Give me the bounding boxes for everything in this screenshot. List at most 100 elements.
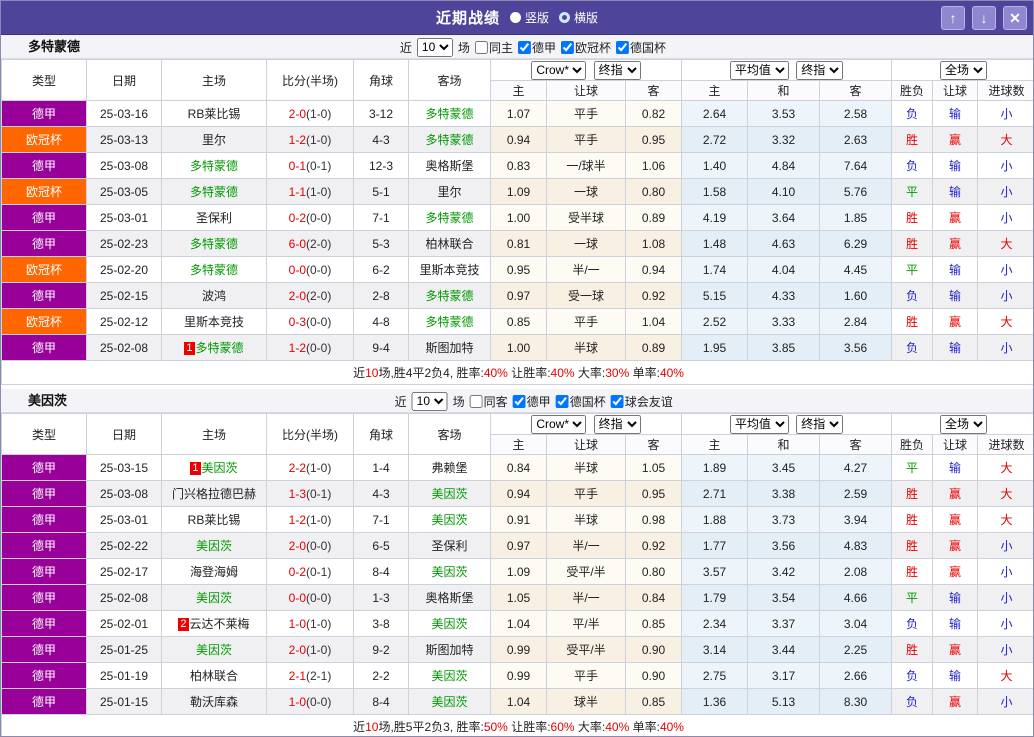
away-team-name: 多特蒙德 <box>425 289 474 303</box>
avg-draw: 3.42 <box>747 558 821 585</box>
checkbox-icon[interactable] <box>474 40 488 54</box>
odds-away: 0.95 <box>624 480 683 507</box>
home-team-name: 美因茨 <box>201 461 238 475</box>
halftime-score: (0-0) <box>306 340 332 355</box>
odds-time-select[interactable]: 终指 <box>593 414 641 434</box>
radio-icon-horizontal[interactable] <box>559 12 570 23</box>
result-wdl: 胜 <box>891 204 934 231</box>
radio-icon-vertical[interactable] <box>509 12 521 23</box>
scroll-down-button[interactable]: ↓ <box>972 6 996 30</box>
summary-segment: 40% <box>659 720 684 734</box>
average-select[interactable]: 平均值 <box>729 60 789 80</box>
checkbox-icon[interactable] <box>469 394 483 408</box>
avg-away: 4.45 <box>819 256 893 283</box>
avg-away: 2.63 <box>819 126 893 153</box>
col-result-goals: 进球数 <box>977 80 1033 101</box>
result-wdl: 胜 <box>891 636 934 663</box>
avg-away: 5.76 <box>819 178 893 205</box>
summary-segment: 大率: <box>574 720 606 734</box>
average-select[interactable]: 平均值 <box>729 414 789 434</box>
match-row: 德甲 25-01-25 美因茨 2-0(1-0) 9-2 斯图加特 0.99 受… <box>1 636 1033 663</box>
league-checkbox-1[interactable]: 德甲 <box>516 39 556 56</box>
corner-cell: 5-3 <box>353 230 409 257</box>
avg-home: 2.71 <box>681 480 749 507</box>
corner-cell: 6-5 <box>353 532 409 559</box>
corner-cell: 9-4 <box>353 334 409 361</box>
fulltime-select[interactable]: 全场 <box>940 414 988 434</box>
result-wdl: 平 <box>891 454 934 481</box>
same-venue-checkbox[interactable]: 同客 <box>468 393 508 410</box>
summary-segment: 40% <box>483 366 508 380</box>
home-team-cell: 多特蒙德 <box>161 178 267 205</box>
league-checkbox-1[interactable]: 德甲 <box>511 393 551 410</box>
odds-home: 1.09 <box>490 558 547 585</box>
league-checkbox-3[interactable]: 球会友谊 <box>609 393 673 410</box>
odds-away: 0.84 <box>624 584 683 611</box>
average-select-group: 平均值 终指 <box>681 59 893 81</box>
col-home: 主场 <box>161 413 267 455</box>
recent-count-select[interactable]: 10 <box>411 391 448 411</box>
same-venue-checkbox[interactable]: 同主 <box>473 39 513 56</box>
away-team-name: 弗赖堡 <box>431 461 468 475</box>
home-team-name: 美因茨 <box>195 643 232 657</box>
league-label: 德国杯 <box>569 394 606 409</box>
avg-home: 1.36 <box>681 688 749 715</box>
avg-home: 1.58 <box>681 178 749 205</box>
away-team-name: 里尔 <box>437 185 462 199</box>
corner-cell: 7-1 <box>353 506 409 533</box>
close-button[interactable]: ✕ <box>1003 6 1027 30</box>
view-option-horizontal[interactable]: 横版 <box>559 9 598 26</box>
avg-time-select[interactable]: 终指 <box>796 414 844 434</box>
scroll-up-button[interactable]: ↑ <box>941 6 965 30</box>
checkbox-icon[interactable] <box>555 394 569 408</box>
result-handicap: 赢 <box>932 204 979 231</box>
home-team-name: 美因茨 <box>195 591 232 605</box>
col-crow-home: 主 <box>490 434 547 455</box>
avg-away: 3.56 <box>819 334 893 361</box>
match-row: 德甲 25-02-08 美因茨 0-0(0-0) 1-3 奥格斯堡 1.05 半… <box>1 584 1033 611</box>
league-checkbox-2[interactable]: 德国杯 <box>554 393 606 410</box>
result-wdl: 胜 <box>891 506 934 533</box>
match-date: 25-01-19 <box>86 662 162 689</box>
avg-away: 2.66 <box>819 662 893 689</box>
match-row: 德甲 25-03-15 1 美因茨 2-2(1-0) 1-4 弗赖堡 0.84 半… <box>1 454 1033 481</box>
view-option-vertical[interactable]: 竖版 <box>509 9 549 26</box>
rank-badge: 1 <box>190 462 201 475</box>
away-team-name: 多特蒙德 <box>425 133 474 147</box>
match-date: 25-02-22 <box>86 532 162 559</box>
fulltime-select[interactable]: 全场 <box>940 60 988 80</box>
bookmaker-select[interactable]: Crow* <box>531 60 587 80</box>
fulltime-score: 2-0 <box>288 288 306 303</box>
col-score: 比分(半场) <box>266 59 354 101</box>
arrow-down-icon: ↓ <box>980 10 988 26</box>
match-date: 25-02-01 <box>86 610 162 637</box>
summary-segment: 近 <box>353 720 366 734</box>
title-bar: 近期战绩 竖版 横版 ↑ ↓ ✕ <box>1 1 1033 35</box>
score-cell: 2-0(1-0) <box>266 100 354 127</box>
summary-segment: 10 <box>365 366 379 380</box>
checkbox-icon[interactable] <box>517 40 531 54</box>
halftime-score: (0-0) <box>306 314 332 329</box>
avg-time-select[interactable]: 终指 <box>796 60 844 80</box>
odds-handicap: 受一球 <box>546 282 626 309</box>
checkbox-icon[interactable] <box>560 40 574 54</box>
odds-time-select[interactable]: 终指 <box>593 60 641 80</box>
checkbox-icon[interactable] <box>615 40 629 54</box>
checkbox-icon[interactable] <box>512 394 526 408</box>
odds-handicap: 受平/半 <box>546 636 626 663</box>
avg-away: 1.60 <box>819 282 893 309</box>
match-row: 德甲 25-02-22 美因茨 2-0(0-0) 6-5 圣保利 0.97 半/… <box>1 532 1033 559</box>
home-team-name: 圣保利 <box>195 211 232 225</box>
league-cell: 欧冠杯 <box>1 178 87 205</box>
recent-count-select[interactable]: 10 <box>416 37 453 57</box>
score-cell: 1-1(1-0) <box>266 178 354 205</box>
league-checkbox-3[interactable]: 德国杯 <box>614 39 666 56</box>
bookmaker-select[interactable]: Crow* <box>531 414 587 434</box>
checkbox-icon[interactable] <box>610 394 624 408</box>
corner-cell: 8-4 <box>353 688 409 715</box>
away-team-name: 美因茨 <box>431 617 468 631</box>
corner-cell: 2-8 <box>353 282 409 309</box>
halftime-score: (0-1) <box>306 486 332 501</box>
col-crow-home: 主 <box>490 80 547 101</box>
league-checkbox-2[interactable]: 欧冠杯 <box>559 39 611 56</box>
